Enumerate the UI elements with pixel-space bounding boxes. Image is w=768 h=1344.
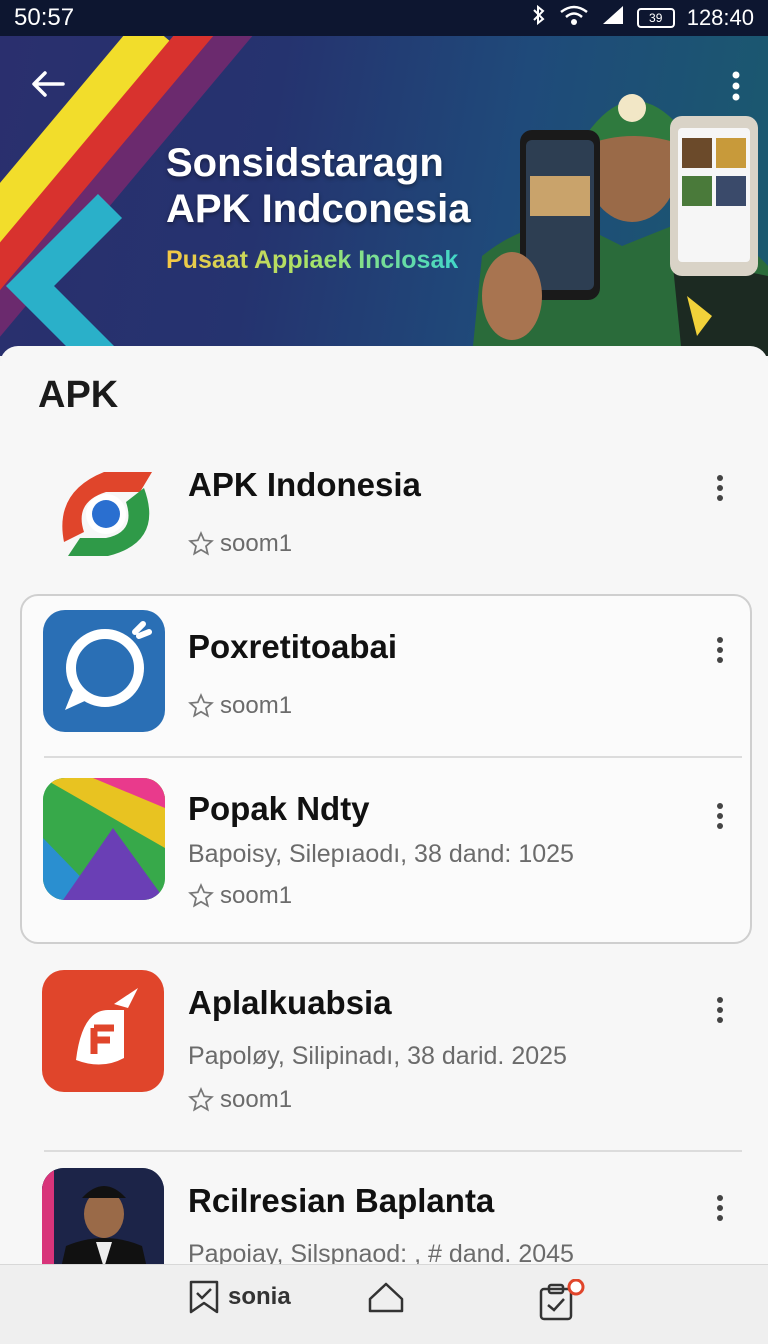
rating: soom1 <box>188 692 292 720</box>
app-meta: Bapoisy, Silepıaodı, 38 dand: 1025 <box>188 840 574 868</box>
app-icon-aplalkuabsia <box>42 970 164 1092</box>
item-menu-button[interactable] <box>708 630 732 670</box>
list-item[interactable]: Popak Ndty Bapoisy, Silepıaodı, 38 dand:… <box>0 776 768 926</box>
chevron-decoration <box>5 193 123 356</box>
rating: soom1 <box>188 530 292 558</box>
divider <box>44 1150 742 1152</box>
list-item[interactable]: APK Indonesia soom1 <box>0 446 768 576</box>
star-outline-icon <box>188 531 214 556</box>
more-vert-icon <box>717 803 723 829</box>
section-title: APK <box>38 374 119 416</box>
notification-badge-icon <box>567 1279 585 1296</box>
rating: soom1 <box>188 1086 292 1114</box>
bookmark-icon <box>189 1280 219 1314</box>
item-menu-button[interactable] <box>708 990 732 1030</box>
bottom-navigation: sonia <box>0 1264 768 1344</box>
banner-subtitle: Pusaat Appiaek Inclosak <box>166 246 459 274</box>
list-item[interactable]: Rcilresian Baplanta Papoiay, Silspnaod: … <box>0 1166 768 1264</box>
banner-title: Sonsidstaragn APK Indconesia <box>166 140 471 232</box>
star-outline-icon <box>188 693 214 718</box>
app-name: Poxretitoabai <box>188 628 398 665</box>
more-vert-icon <box>717 637 723 663</box>
battery-icon: 39 <box>636 8 675 28</box>
rating-text: soom1 <box>220 882 293 909</box>
nav-item-tasks[interactable] <box>538 1279 586 1321</box>
banner-title-line2: APK Indconesia <box>166 187 471 231</box>
status-bar: 50:57 39 128:40 <box>0 0 768 36</box>
list-item[interactable]: Poxretitoabai soom1 <box>0 608 768 748</box>
status-time: 50:57 <box>14 4 75 31</box>
wifi-icon <box>559 4 589 32</box>
app-name: Popak Ndty <box>188 790 370 827</box>
app-meta: Papoiay, Silspnaod: , # dand. 2045 <box>188 1240 574 1264</box>
app-icon-popak-ndty <box>43 778 165 900</box>
list-item[interactable]: Aplalkuabsia Papoløy, Silipinadı, 38 dar… <box>0 966 768 1126</box>
rating-text: soom1 <box>220 692 293 719</box>
more-vert-icon <box>717 1195 723 1221</box>
app-icon-apk-indonesia <box>44 452 166 574</box>
rating: soom1 <box>188 882 292 910</box>
star-outline-icon <box>188 883 214 908</box>
status-clock: 128:40 <box>686 5 754 30</box>
nav-item-label: sonia <box>228 1283 291 1310</box>
star-outline-icon <box>188 1087 214 1112</box>
rating-text: soom1 <box>220 1086 293 1113</box>
app-icon-rcilresian-baplanta <box>42 1168 164 1264</box>
banner-person-image <box>472 94 768 356</box>
bluetooth-icon <box>531 4 547 32</box>
back-button[interactable] <box>26 62 70 106</box>
clipboard-check-icon <box>539 1279 585 1321</box>
app-meta: Papoløy, Silipinadı, 38 darid. 2025 <box>188 1042 567 1070</box>
rating-text: soom1 <box>220 530 293 557</box>
item-menu-button[interactable] <box>708 468 732 508</box>
home-icon <box>368 1282 404 1313</box>
nav-item-home[interactable] <box>366 1279 406 1315</box>
item-menu-button[interactable] <box>708 1188 732 1228</box>
arrow-left-icon <box>32 71 65 97</box>
app-list-sheet: APK APK Indonesia soom1 Poxretitoabai so… <box>0 346 768 1264</box>
signal-icon <box>601 4 625 32</box>
hero-banner: Sonsidstaragn APK Indconesia Pusaat Appi… <box>0 36 768 356</box>
item-menu-button[interactable] <box>708 796 732 836</box>
app-name: Rcilresian Baplanta <box>188 1182 495 1219</box>
nav-item-sonia[interactable]: sonia <box>188 1279 291 1315</box>
app-icon-poxretitoabai <box>43 610 165 732</box>
more-vert-icon <box>717 475 723 501</box>
app-name: APK Indonesia <box>188 466 421 503</box>
app-name: Aplalkuabsia <box>188 984 392 1021</box>
banner-title-line1: Sonsidstaragn <box>166 141 444 185</box>
divider <box>44 756 742 758</box>
more-vert-icon <box>717 997 723 1023</box>
